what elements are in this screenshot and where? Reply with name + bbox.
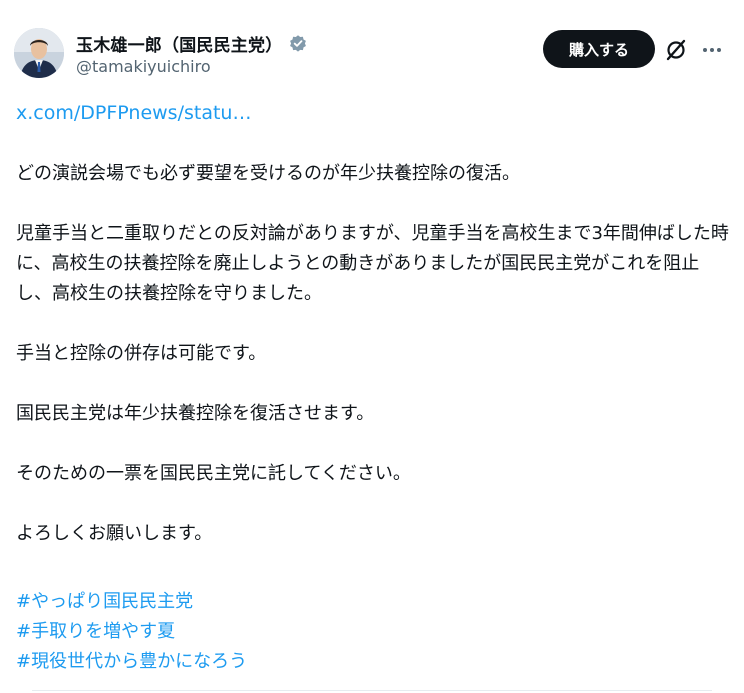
avatar-image — [14, 28, 64, 78]
hashtag-link[interactable]: #やっぱり国民民主党 — [16, 587, 247, 617]
verified-badge-icon[interactable] — [288, 34, 308, 54]
author-handle[interactable]: @tamakiyuichiro — [76, 57, 211, 76]
tweet-paragraph: 手当と控除の併存は可能です。 — [16, 343, 267, 364]
tweet-paragraph: よろしくお願いします。 — [16, 523, 213, 544]
tweet-paragraph: どの演説会場でも必ず要望を受けるのが年少扶養控除の復活。 — [16, 163, 520, 184]
grok-icon[interactable] — [664, 38, 688, 62]
divider — [32, 690, 712, 691]
tweet-paragraph: 国民民主党は年少扶養控除を復活させます。 — [16, 403, 375, 424]
tweet-paragraph: そのための一票を国民民主党に託してください。 — [16, 463, 411, 484]
tweet-header: 玉木雄一郎（国民民主党） @tamakiyuichiro 購入する — [0, 0, 744, 95]
hashtag-link[interactable]: #現役世代から豊かになろう — [16, 647, 247, 677]
hashtag-link[interactable]: #手取りを増やす夏 — [16, 617, 247, 647]
tweet-paragraph: 児童手当と二重取りだとの反対論がありますが、児童手当を高校生まで3年間伸ばした時… — [16, 223, 729, 304]
hashtag-list: #やっぱり国民民主党 #手取りを増やす夏 #現役世代から豊かになろう — [16, 587, 247, 677]
author-display-name[interactable]: 玉木雄一郎（国民民主党） — [76, 31, 282, 56]
author-name-row: 玉木雄一郎（国民民主党） — [76, 31, 308, 56]
tweet-text: x.com/DPFPnews/statu… どの演説会場でも必ず要望を受けるのが… — [16, 98, 731, 549]
more-options-icon[interactable] — [700, 38, 724, 62]
tweet-link[interactable]: x.com/DPFPnews/statu… — [16, 102, 251, 124]
buy-button[interactable]: 購入する — [543, 30, 655, 68]
avatar[interactable] — [14, 28, 64, 78]
